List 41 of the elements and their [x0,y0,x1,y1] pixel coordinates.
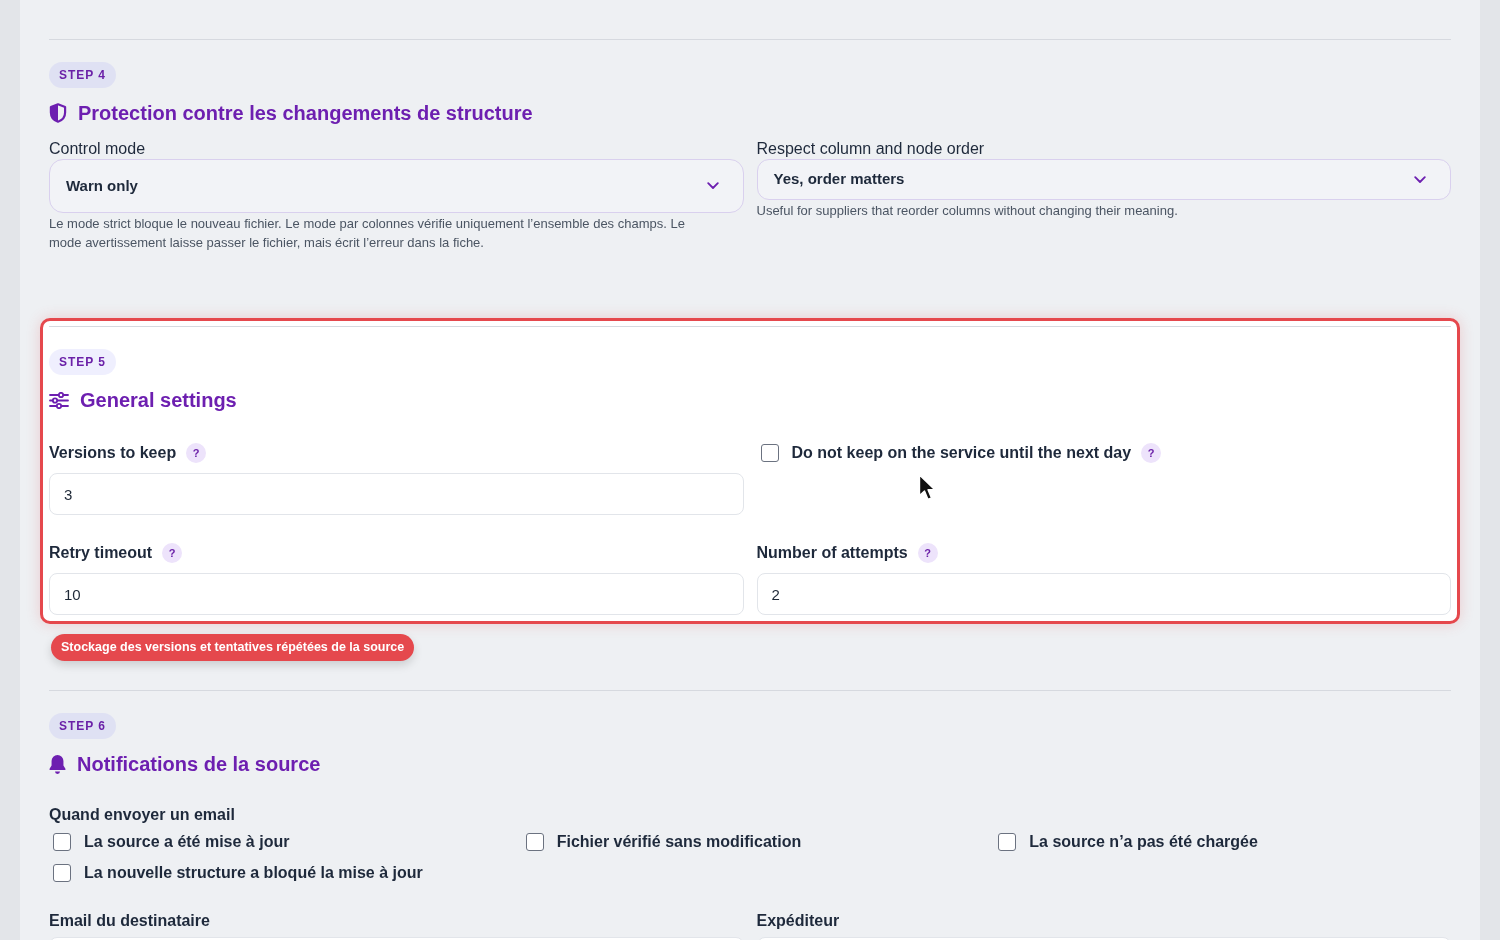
help-button[interactable]: ? [162,543,183,563]
text-input[interactable]: 3 [49,473,744,515]
help-text: Le mode strict bloque le nouveau fichier. Le mode par colonnes vérifie uniquement l’ensemble des champs. Le mode avertissement laisse passer le fichier, mais écrit l’erreur dans la fiche. [49,215,686,252]
step-badge: STEP 6 [49,713,116,739]
checkbox[interactable] [53,833,71,851]
bell-icon [49,754,66,774]
help-button[interactable]: ? [1141,443,1162,463]
sliders-icon [49,391,69,409]
checkbox[interactable] [998,833,1017,851]
help-text: Useful for suppliers that reorder columns without changing their meaning. [756,202,1179,220]
field-label: Expéditeur [756,911,840,931]
checkbox-label: La source a été mise à jour [84,832,290,852]
checkbox-label: Do not keep on the service until the next day [791,443,1132,463]
checkbox[interactable] [525,833,544,851]
field-label: Retry timeout [49,543,153,563]
section-heading: Protection contre les changements de structure [78,101,533,126]
text-input[interactable]: 2 [756,573,1451,615]
field-label: Control mode [49,139,147,159]
checkbox[interactable] [760,444,779,462]
dropdown-select[interactable]: Yes, order matters [756,159,1451,200]
chevron-down-icon [1414,175,1426,184]
field-label: Number of attempts [756,543,908,563]
section-heading: General settings [80,388,237,413]
step-badge: STEP 4 [49,62,116,88]
checkbox-label: La source n’a pas été chargée [1029,832,1258,852]
shield-icon [49,103,67,123]
field-label: Email du destinataire [49,911,210,931]
section-heading: Notifications de la source [77,752,321,777]
checkbox-label: Fichier vérifié sans modification [556,832,802,852]
dropdown-select[interactable]: Warn only [49,159,744,213]
checkbox-label: La nouvelle structure a bloqué la mise à jour [84,863,423,883]
checkbox[interactable] [53,864,71,882]
help-button[interactable]: ? [917,543,938,563]
field-label: Respect column and node order [756,139,986,159]
help-button[interactable]: ? [186,443,207,463]
text-input[interactable]: 10 [49,573,744,615]
step-badge: STEP 5 [49,349,116,375]
callout-tag: Stockage des versions et tentatives répétées de la source [51,634,415,661]
field-label: Quand envoyer un email [49,805,236,825]
field-label: Versions to keep [49,443,177,463]
chevron-down-icon [706,182,719,190]
